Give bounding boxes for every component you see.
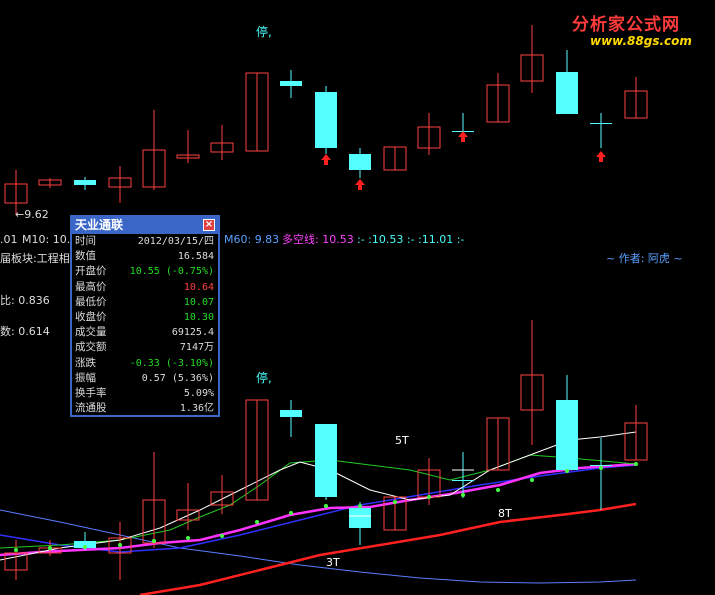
- popup-titlebar[interactable]: 天业通联 ×: [72, 217, 218, 234]
- popup-row-value: -0.33 (-3.10%): [129, 357, 214, 369]
- author-label: ~ 作者: 阿虎 ~: [606, 252, 683, 265]
- low-marker: ←9.62: [15, 208, 49, 221]
- ma-dot: [220, 534, 224, 538]
- popup-row: 最低价 10.07: [72, 295, 218, 310]
- popup-row-value: 5.09%: [183, 387, 214, 399]
- popup-row: 时间 2012/03/15/四: [72, 234, 218, 249]
- popup-row-label: 流通股: [75, 402, 107, 415]
- kongxian-label: 多空线: 10.53: [282, 233, 354, 246]
- count-label: 数: 0.614: [0, 325, 50, 338]
- up-arrow-icon: [321, 154, 331, 165]
- ma-prefix: .01: [0, 233, 18, 246]
- popup-row-label: 时间: [75, 235, 96, 247]
- ma-dot: [358, 504, 362, 508]
- up-arrow-icon: [596, 151, 606, 162]
- popup-row-label: 数值: [75, 250, 96, 263]
- close-icon[interactable]: ×: [203, 219, 215, 231]
- candle-body: [74, 180, 96, 185]
- popup-row-label: 收盘价: [75, 310, 107, 323]
- ma-dot: [324, 504, 328, 508]
- ma-dot: [393, 500, 397, 504]
- m10-label: M10: 10.6: [22, 233, 78, 246]
- popup-row-value: 10.55 (-0.75%): [129, 266, 214, 278]
- ma-dot: [634, 462, 638, 466]
- popup-row-label: 开盘价: [75, 265, 107, 278]
- label-8t: 8T: [498, 507, 512, 520]
- candle-body: [349, 154, 371, 170]
- ma-dot: [530, 478, 534, 482]
- popup-row: 换手率 5.09%: [72, 386, 218, 401]
- popup-row-value: 2012/03/15/四: [137, 236, 214, 247]
- popup-row: 成交量 69125.4: [72, 325, 218, 340]
- candle-body: [280, 410, 302, 417]
- ma-dot: [83, 545, 87, 549]
- up-arrow-icon: [355, 179, 365, 190]
- popup-row-value: 0.57 (5.36%): [141, 372, 214, 384]
- popup-row: 开盘价 10.55 (-0.75%): [72, 264, 218, 279]
- ma-dot: [48, 546, 52, 550]
- label-5t: 5T: [395, 434, 409, 447]
- ma-dot: [14, 548, 18, 552]
- trail-label: :- :10.53 :- :11.01 :-: [357, 233, 465, 246]
- label-3t: 3T: [326, 556, 340, 569]
- popup-row-label: 最高价: [75, 280, 107, 293]
- candle-body: [556, 400, 578, 470]
- logo-url: www.88gs.com: [590, 34, 692, 48]
- ma-dot: [599, 466, 603, 470]
- popup-row-value: 16.584: [177, 251, 214, 263]
- red-ma-line: [139, 502, 637, 595]
- candle-body: [315, 92, 337, 148]
- upper-top-mark: 停,: [256, 25, 272, 39]
- candle-body: [280, 81, 302, 86]
- candle-body: [349, 508, 371, 528]
- ma-dot: [186, 536, 190, 540]
- ma-dot: [461, 493, 465, 497]
- lower-stop-mark: 停,: [256, 371, 272, 385]
- ma-dot: [289, 511, 293, 515]
- ma-dot: [565, 469, 569, 473]
- candle-body: [315, 424, 337, 497]
- stock-info-popup[interactable]: 天业通联 × 时间 2012/03/15/四数值 16.584 开盘价 10.55 (-…: [70, 215, 220, 417]
- sector-label: 届板块:工程相: [0, 252, 70, 265]
- ma-dot: [118, 543, 122, 547]
- popup-row: 流通股 1.36亿: [72, 401, 218, 416]
- popup-rows: 时间 2012/03/15/四数值 16.584 开盘价 10.55 (-0.75%) 最…: [72, 234, 218, 416]
- upper-candlesticks: [4, 25, 648, 215]
- logo-title: 分析家公式网: [572, 15, 680, 35]
- popup-row-label: 成交额: [75, 341, 107, 354]
- ma-dot: [427, 495, 431, 499]
- popup-row-value: 1.36亿: [179, 403, 214, 415]
- ma-dot: [496, 488, 500, 492]
- popup-row: 振幅 0.57 (5.36%): [72, 371, 218, 386]
- popup-row-label: 最低价: [75, 295, 107, 308]
- popup-row-value: 7147万: [179, 342, 214, 354]
- popup-row-label: 涨跌: [75, 356, 96, 369]
- popup-row-value: 10.30: [183, 311, 214, 323]
- popup-row-value: 10.07: [183, 296, 214, 308]
- ma-dot: [152, 539, 156, 543]
- popup-row: 最高价 10.64: [72, 280, 218, 295]
- candle-body: [452, 480, 474, 481]
- up-arrow-icon: [458, 131, 468, 142]
- popup-title: 天业通联: [75, 218, 124, 232]
- popup-row-value: 69125.4: [171, 327, 214, 339]
- candle-body: [590, 465, 612, 466]
- popup-row-label: 振幅: [75, 371, 96, 384]
- popup-row-label: 换手率: [75, 386, 107, 399]
- m60-label: M60: 9.83: [224, 233, 280, 246]
- popup-row-label: 成交量: [75, 326, 107, 339]
- candle-body: [556, 72, 578, 114]
- popup-row-value: 10.64: [183, 281, 214, 293]
- popup-row: 成交额 7147万: [72, 340, 218, 355]
- ma-dot: [255, 520, 259, 524]
- popup-row: 数值 16.584: [72, 249, 218, 264]
- popup-row: 收盘价 10.30: [72, 310, 218, 325]
- popup-row: 涨跌 -0.33 (-3.10%): [72, 356, 218, 371]
- ratio-label: 比: 0.836: [0, 294, 50, 307]
- candle-body: [590, 123, 612, 124]
